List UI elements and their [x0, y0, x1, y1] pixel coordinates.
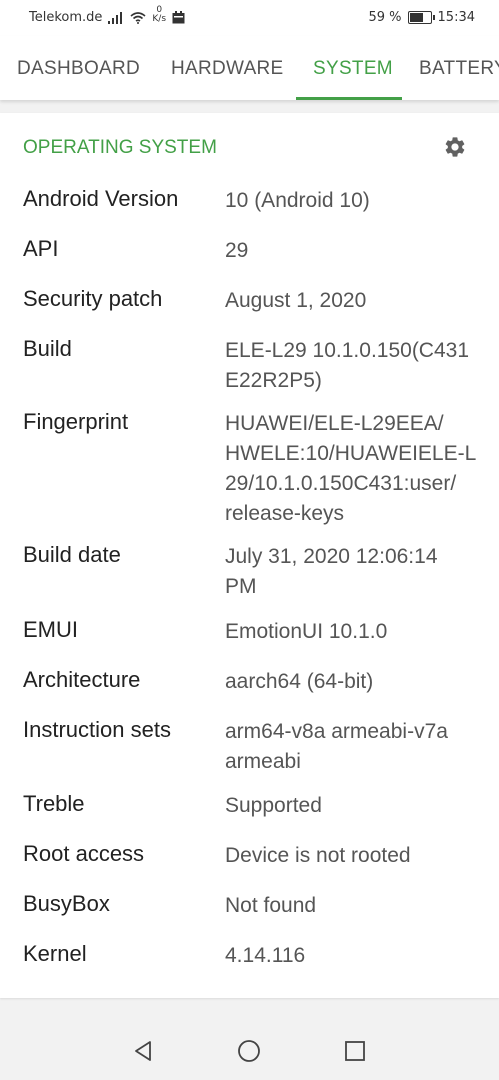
row-label: Build [23, 336, 72, 361]
row-value: EmotionUI 10.1.0 [225, 620, 388, 643]
tab-dashboard[interactable]: DASHBOARD [17, 58, 140, 80]
row-label: Root access [23, 841, 145, 866]
row-label: BusyBox [23, 891, 110, 916]
row-value: HUAWEI/ELE-L29EEA/HWELE:10/HUAWEIELE-L 29… [225, 412, 477, 525]
calendar-notification-icon [172, 11, 185, 24]
row-value: Device is not rooted [225, 844, 411, 867]
status-bar: Telekom.de 0 K/s 59 % 15:34 [0, 0, 499, 36]
battery-fill [409, 13, 423, 22]
row-label: EMUI [23, 617, 78, 642]
row-label: Build date [23, 542, 121, 567]
back-triangle-icon[interactable] [131, 1039, 155, 1063]
tab-battery[interactable]: BATTERY [419, 58, 499, 80]
clock: 15:34 [437, 10, 475, 25]
row-label: Fingerprint [23, 409, 129, 434]
active-tab-indicator [296, 97, 402, 100]
row-value: Supported [225, 794, 322, 817]
system-nav-bar [0, 1022, 499, 1080]
net-speed-unit: K/s [152, 13, 167, 24]
row-label: Kernel [23, 941, 87, 966]
battery-icon [407, 11, 435, 24]
row-value: August 1, 2020 [225, 289, 367, 312]
operating-system-card: OPERATING SYSTEM Android Version 10 (And… [0, 113, 499, 998]
battery-percent: 59 % [368, 10, 402, 25]
recents-square-icon[interactable] [343, 1039, 367, 1063]
row-value: ELE-L29 10.1.0.150(C431 E22R2P5) [225, 339, 470, 392]
section-title: OPERATING SYSTEM [23, 137, 217, 158]
row-label: API [23, 236, 59, 261]
row-value: aarch64 (64-bit) [225, 670, 374, 693]
carrier-name: Telekom.de [29, 10, 103, 25]
tab-bar: DASHBOARD HARDWARE SYSTEM BATTERY [0, 36, 499, 100]
gear-icon[interactable] [443, 135, 467, 159]
row-label: Instruction sets [23, 717, 171, 742]
tab-hardware[interactable]: HARDWARE [171, 58, 284, 80]
home-circle-icon[interactable] [237, 1039, 261, 1063]
row-value: 10 (Android 10) [225, 189, 370, 212]
row-label: Architecture [23, 667, 141, 692]
row-label: Treble [23, 791, 85, 816]
row-label: Android Version [23, 186, 179, 211]
row-value: Not found [225, 894, 317, 917]
wifi-icon [130, 11, 146, 24]
tab-system[interactable]: SYSTEM [313, 58, 393, 80]
row-value: arm64-v8a armeabi-v7a armeabi [225, 720, 448, 773]
row-value: 4.14.116 [225, 944, 306, 967]
signal-icon [108, 11, 123, 24]
row-value: 29 [225, 239, 249, 262]
net-speed: 0 K/s [152, 5, 167, 24]
row-value: July 31, 2020 12:06:14 PM [225, 545, 438, 598]
row-label: Security patch [23, 286, 163, 311]
